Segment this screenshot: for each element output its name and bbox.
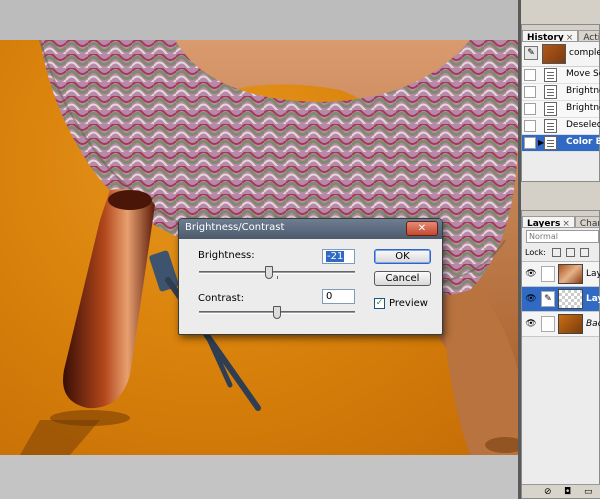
history-item-move-selection[interactable]: Move Sele (522, 67, 600, 84)
document-icon (544, 119, 557, 133)
brightness-center-tick (277, 276, 278, 279)
checkmark-icon: ✓ (375, 298, 384, 308)
layer-thumbnail (558, 289, 583, 309)
contrast-value: 0 (326, 291, 333, 302)
history-item-label: Deselect (566, 120, 600, 130)
dialog-title: Brightness/Contrast (185, 222, 285, 233)
close-icon[interactable]: × (566, 33, 574, 41)
brightness-input[interactable]: -21 (322, 249, 355, 264)
lock-row: Lock: (522, 244, 599, 262)
dialog-titlebar[interactable]: Brightness/Contrast ✕ (179, 219, 442, 239)
lock-transparency-icon[interactable] (552, 248, 561, 257)
blend-mode-select[interactable]: Normal (526, 230, 599, 243)
history-item-brightness-2[interactable]: Brightnes (522, 101, 600, 118)
preview-label: Preview (389, 298, 428, 309)
workspace-bottom (0, 455, 518, 499)
layer-name: Lay (586, 269, 600, 279)
close-icon[interactable]: × (562, 219, 570, 227)
layer-name: Back (586, 319, 600, 329)
layers-footer: ⊘ ◘ ▭ (522, 484, 600, 498)
layer-name: Lay (586, 294, 600, 304)
history-source-checkbox[interactable] (524, 137, 536, 149)
tab-history-label: History (527, 33, 564, 42)
brightness-value: -21 (326, 251, 345, 262)
layer-mask-icon[interactable]: ◘ (564, 487, 571, 497)
layer-row[interactable]: 👁 Lay (522, 262, 600, 287)
brightness-slider-thumb[interactable] (265, 266, 274, 279)
brightness-contrast-dialog: Brightness/Contrast ✕ Brightness: -21 Co… (178, 218, 443, 335)
document-icon (544, 85, 557, 99)
history-item-label: Brightnes (566, 86, 600, 96)
dialog-body: Brightness: -21 Contrast: 0 OK Cancel ✓ … (181, 239, 440, 334)
photoshop-window: History×Actions ✎ complete Move Sele Bri… (0, 0, 600, 499)
layers-panel: Layers×Channel Normal Lock: 👁 Lay 👁 ✎ (521, 210, 600, 499)
tab-actions[interactable]: Actions (578, 30, 599, 41)
layer-thumbnail (558, 264, 583, 284)
contrast-label: Contrast: (198, 293, 245, 304)
tab-layers[interactable]: Layers × (522, 216, 575, 228)
layer-row-background[interactable]: 👁 Back (522, 312, 600, 337)
preview-checkbox[interactable]: ✓ (374, 298, 385, 309)
contrast-input[interactable]: 0 (322, 289, 355, 304)
brightness-label: Brightness: (198, 250, 255, 261)
blend-mode-row: Normal (522, 228, 599, 244)
snapshot-thumbnail (542, 44, 566, 64)
tab-history[interactable]: History × (522, 30, 579, 42)
snapshot-label: complete (569, 48, 600, 58)
history-brush-icon[interactable]: ✎ (524, 46, 538, 60)
new-adjustment-icon[interactable]: ▭ (584, 487, 593, 497)
ok-button[interactable]: OK (374, 249, 431, 264)
history-source-checkbox[interactable] (524, 103, 536, 115)
history-item-label: Brightnes (566, 103, 600, 113)
layer-style-icon[interactable]: ⊘ (544, 487, 552, 497)
history-panel-tabs: History×Actions (522, 25, 599, 42)
layer-link-cell[interactable] (541, 316, 555, 332)
tab-channels[interactable]: Channel (574, 216, 599, 227)
history-item-color-balance[interactable]: ▶ Color Ba (522, 135, 600, 152)
history-source-checkbox[interactable] (524, 69, 536, 81)
lock-image-icon[interactable] (566, 248, 575, 257)
history-item-brightness-1[interactable]: Brightnes (522, 84, 600, 101)
tab-layers-label: Layers (527, 219, 561, 228)
history-panel: History×Actions ✎ complete Move Sele Bri… (521, 24, 600, 182)
contrast-slider-thumb[interactable] (273, 306, 281, 319)
document-icon (544, 102, 557, 116)
history-item-label: Color Ba (566, 137, 600, 147)
cancel-button[interactable]: Cancel (374, 271, 431, 286)
eye-icon[interactable]: 👁 (524, 319, 538, 329)
close-button[interactable]: ✕ (406, 221, 438, 236)
layer-thumbnail (558, 314, 583, 334)
right-panel-column: History×Actions ✎ complete Move Sele Bri… (521, 0, 600, 499)
eye-icon[interactable]: 👁 (524, 269, 538, 279)
history-source-checkbox[interactable] (524, 120, 536, 132)
layer-link-cell[interactable] (541, 266, 555, 282)
document-icon (544, 68, 557, 82)
layers-panel-tabs: Layers×Channel (522, 211, 599, 228)
layer-row-selected[interactable]: 👁 ✎ Lay (522, 287, 600, 312)
history-item-deselect[interactable]: Deselect (522, 118, 600, 135)
close-icon: ✕ (417, 223, 427, 234)
history-snapshot[interactable]: ✎ complete (522, 42, 600, 67)
document-icon (544, 136, 557, 150)
lock-position-icon[interactable] (580, 248, 589, 257)
history-source-checkbox[interactable] (524, 86, 536, 98)
history-item-label: Move Sele (566, 69, 600, 79)
lock-label: Lock: (525, 248, 546, 257)
brightness-slider-track[interactable] (199, 271, 355, 274)
eye-icon[interactable]: 👁 (524, 294, 538, 304)
brush-icon[interactable]: ✎ (541, 291, 555, 307)
